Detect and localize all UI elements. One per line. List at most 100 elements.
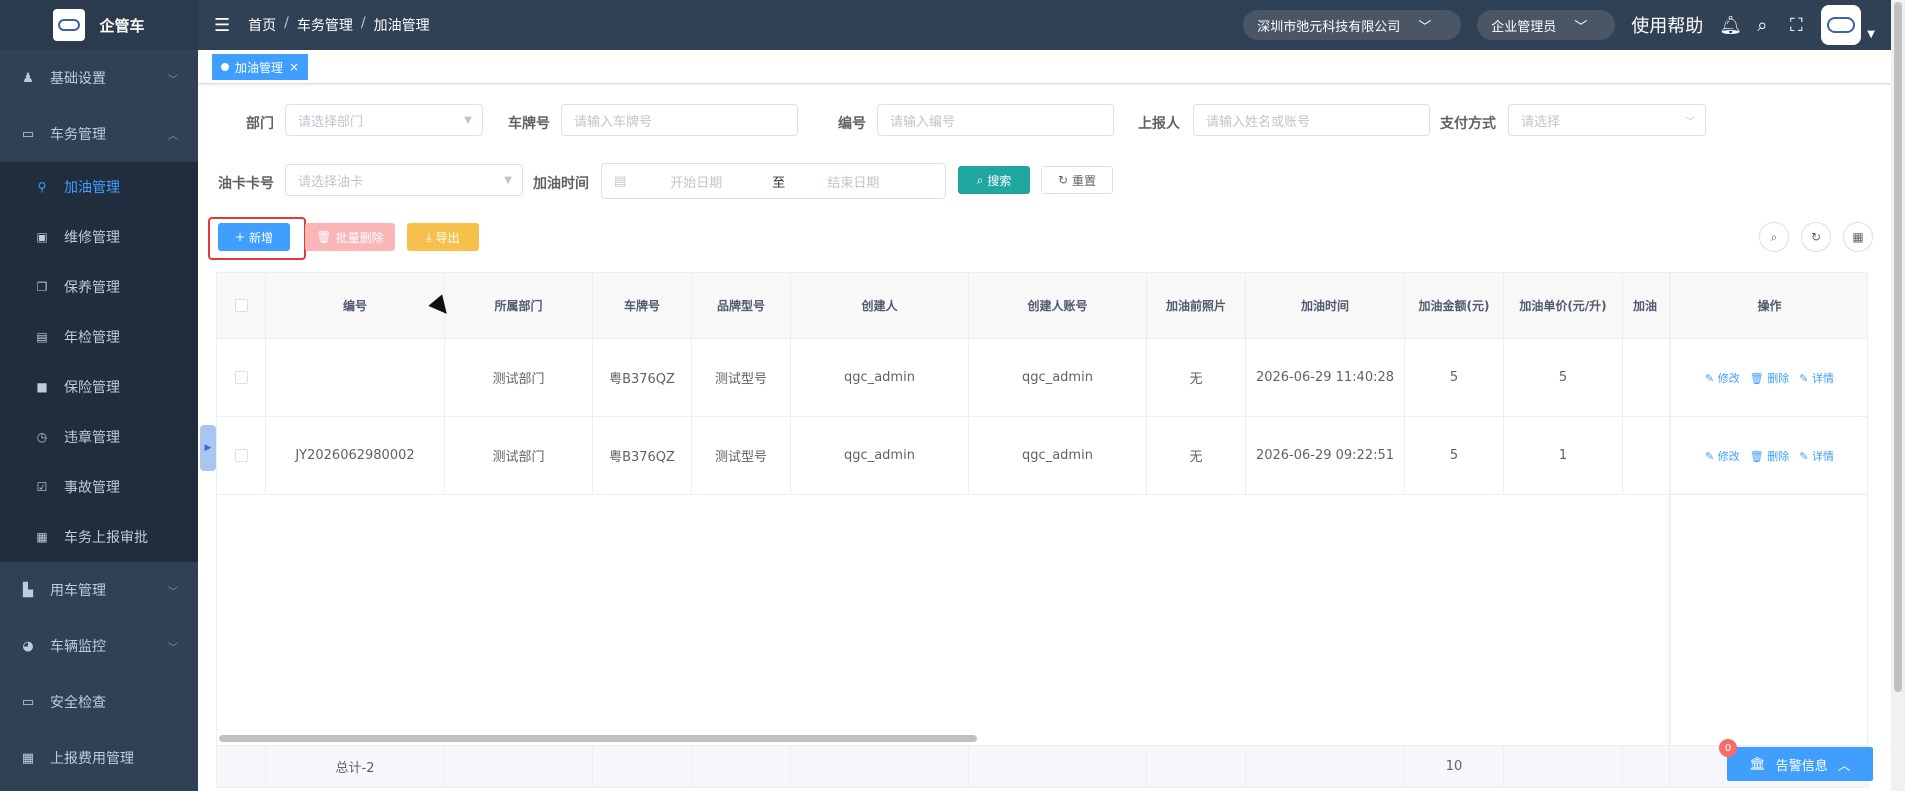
lock-icon: ■ — [36, 380, 48, 394]
help-link[interactable]: 使用帮助 — [1631, 12, 1703, 38]
sidebar-item-violation[interactable]: ◷ 违章管理 — [0, 412, 198, 462]
sidebar-item-report-approval[interactable]: ▦ 车务上报审批 — [0, 512, 198, 562]
sidebar-item-repair[interactable]: ▣ 维修管理 — [0, 212, 198, 262]
chevron-down-icon: ﹀ — [168, 586, 178, 598]
breadcrumb-home[interactable]: 首页 — [248, 15, 276, 35]
plate-label: 车牌号 — [508, 116, 550, 132]
batch-delete-button[interactable]: 🗑︎ 批量删除 — [305, 223, 395, 251]
clock-icon: ◷ — [36, 430, 48, 444]
range-separator: 至 — [772, 175, 786, 191]
table-row: JY2026062980002 测试部门 粤B376QZ 测试型号 qgc_ad… — [217, 417, 1867, 495]
card-select[interactable]: 请选择油卡 ▼ — [285, 164, 523, 196]
role-select[interactable]: 企业管理员 ﹀ — [1477, 10, 1616, 40]
toggle-search-button[interactable]: ⌕ — [1759, 222, 1789, 252]
col-code[interactable]: 编号 — [266, 273, 445, 338]
edit-icon: ✎ — [1705, 449, 1715, 463]
time-label: 加油时间 — [533, 176, 589, 192]
alert-button[interactable]: 0 🏛︎ 告警信息 ︿ — [1719, 739, 1873, 781]
chevron-down-icon: ﹀ — [168, 74, 178, 86]
reset-button[interactable]: ↻ 重置 — [1041, 166, 1113, 194]
date-range-picker[interactable]: ▤ 开始日期 至 结束日期 — [601, 163, 946, 199]
col-partial[interactable]: 加油 — [1623, 273, 1670, 338]
search-icon: ⌕ — [1770, 229, 1778, 244]
caret-down-icon[interactable]: ▼ — [1867, 29, 1875, 40]
breadcrumb-vehicle-affairs[interactable]: 车务管理 — [297, 15, 353, 35]
monitor-icon: ▭ — [21, 126, 35, 142]
company-select[interactable]: 深圳市弛元科技有限公司 ﹀ — [1243, 10, 1462, 40]
col-creator-account[interactable]: 创建人账号 — [969, 273, 1147, 338]
sidebar-item-basic-settings[interactable]: ♟ 基础设置 ﹀ — [0, 50, 198, 106]
row-checkbox[interactable] — [234, 449, 248, 462]
sidebar-item-insurance[interactable]: ■ 保险管理 — [0, 362, 198, 412]
edit-link[interactable]: ✎ 修改 — [1705, 370, 1740, 386]
avatar[interactable] — [1821, 5, 1862, 45]
end-date[interactable]: 结束日期 — [827, 172, 879, 191]
col-photo[interactable]: 加油前照片 — [1147, 273, 1246, 338]
refresh-icon: ↻ — [1057, 173, 1069, 187]
chevron-down-icon: ﹀ — [1418, 19, 1432, 35]
code-input[interactable]: 请输入编号 — [877, 104, 1114, 136]
sidebar-collapse-handle[interactable]: ▶ — [200, 425, 216, 471]
sidebar-item-monitoring[interactable]: ◕ 车辆监控 ﹀ — [0, 618, 198, 674]
edit-icon: ✎ — [1799, 371, 1809, 385]
trash-icon: 🗑︎ — [1749, 449, 1764, 463]
col-time[interactable]: 加油时间 — [1246, 273, 1405, 338]
breadcrumb-current: 加油管理 — [373, 18, 430, 34]
tab-fuel-management[interactable]: 加油管理 × — [212, 54, 309, 80]
detail-link[interactable]: ✎ 详情 — [1799, 448, 1834, 464]
plate-input[interactable]: 请输入车牌号 — [561, 104, 798, 136]
refresh-button[interactable]: ↻ — [1801, 222, 1831, 252]
sidebar-item-car-use[interactable]: ▙ 用车管理 ﹀ — [0, 562, 198, 618]
code-label: 编号 — [838, 116, 866, 132]
fullscreen-icon[interactable]: ⛶ — [1787, 15, 1805, 36]
search-button[interactable]: ⌕ 搜索 — [958, 166, 1030, 194]
fuel-table: 编号 所属部门 车牌号 品牌型号 创建人 创建人账号 加油前照片 加油时间 加油… — [216, 272, 1868, 788]
horizontal-scrollbar[interactable] — [219, 735, 977, 742]
sidebar-item-maintenance[interactable]: ❐ 保养管理 — [0, 262, 198, 312]
pay-select[interactable]: 请选择 ﹀ — [1508, 104, 1706, 136]
edit-link[interactable]: ✎ 修改 — [1705, 448, 1740, 464]
chevron-down-icon: ﹀ — [1685, 116, 1695, 128]
page-scrollbar[interactable] — [1891, 0, 1905, 791]
dept-select[interactable]: 请选择部门 ▼ — [285, 104, 483, 136]
amount-sum: 10 — [1405, 746, 1504, 787]
export-button[interactable]: ⤓ 导出 — [407, 223, 479, 251]
reporter-label: 上报人 — [1138, 116, 1180, 132]
caret-down-icon: ▼ — [464, 114, 472, 126]
select-all-checkbox[interactable] — [234, 299, 248, 312]
col-amount[interactable]: 加油金额(元) — [1405, 273, 1504, 338]
sidebar-item-fuel[interactable]: ⚲ 加油管理 — [0, 162, 198, 212]
card-label: 油卡卡号 — [218, 176, 274, 192]
close-icon[interactable]: × — [289, 60, 299, 74]
col-plate[interactable]: 车牌号 — [593, 273, 692, 338]
bell-icon[interactable]: 🔔︎ — [1719, 15, 1742, 36]
reporter-input[interactable]: 请输入姓名或账号 — [1193, 104, 1430, 136]
add-button[interactable]: + 新增 — [218, 223, 290, 251]
columns-button[interactable]: ▦ — [1843, 222, 1873, 252]
delete-link[interactable]: 🗑︎ 删除 — [1750, 370, 1789, 386]
alert-badge: 0 — [1719, 739, 1737, 757]
hamburger-icon[interactable]: ☰ — [214, 15, 230, 36]
trash-icon: 🗑︎ — [316, 230, 332, 244]
search-icon[interactable]: ⌕ — [1753, 15, 1771, 36]
sidebar-item-annual-check[interactable]: ▤ 年检管理 — [0, 312, 198, 362]
fuel-icon: ⚲ — [37, 180, 47, 194]
app-name: 企管车 — [99, 16, 145, 35]
edit-icon: ✎ — [1705, 371, 1715, 385]
col-model[interactable]: 品牌型号 — [692, 273, 791, 338]
sidebar-item-safety-check[interactable]: ▭ 安全检查 — [0, 674, 198, 730]
col-creator[interactable]: 创建人 — [791, 273, 969, 338]
tags-bar: 加油管理 × — [198, 50, 1891, 84]
detail-link[interactable]: ✎ 详情 — [1799, 370, 1834, 386]
checkbox-icon: ☑ — [36, 480, 48, 494]
col-dept[interactable]: 所属部门 — [445, 273, 593, 338]
sidebar-item-expense-report[interactable]: ▦ 上报费用管理 — [0, 730, 198, 786]
start-date[interactable]: 开始日期 — [670, 172, 760, 191]
plus-icon: + — [234, 230, 246, 244]
col-price[interactable]: 加油单价(元/升) — [1504, 273, 1623, 338]
app-logo[interactable]: 企管车 — [0, 0, 198, 50]
delete-link[interactable]: 🗑︎ 删除 — [1750, 448, 1789, 464]
sidebar-item-accident[interactable]: ☑ 事故管理 — [0, 462, 198, 512]
sidebar-item-vehicle-affairs[interactable]: ▭ 车务管理 ︿ — [0, 106, 198, 162]
row-checkbox[interactable] — [234, 371, 248, 384]
